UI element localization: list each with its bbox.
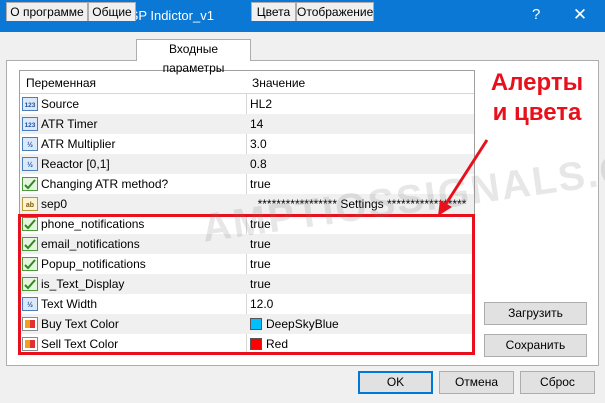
arrow-line: [442, 139, 489, 208]
reset-button[interactable]: Сброс: [520, 371, 595, 394]
tab-inputs[interactable]: Входные параметры: [136, 39, 251, 75]
save-button[interactable]: Сохранить: [484, 334, 587, 357]
ok-button[interactable]: OK: [358, 371, 433, 394]
cancel-button[interactable]: Отмена: [439, 371, 514, 394]
load-button[interactable]: Загрузить: [484, 302, 587, 325]
arrow-head: [438, 200, 452, 216]
